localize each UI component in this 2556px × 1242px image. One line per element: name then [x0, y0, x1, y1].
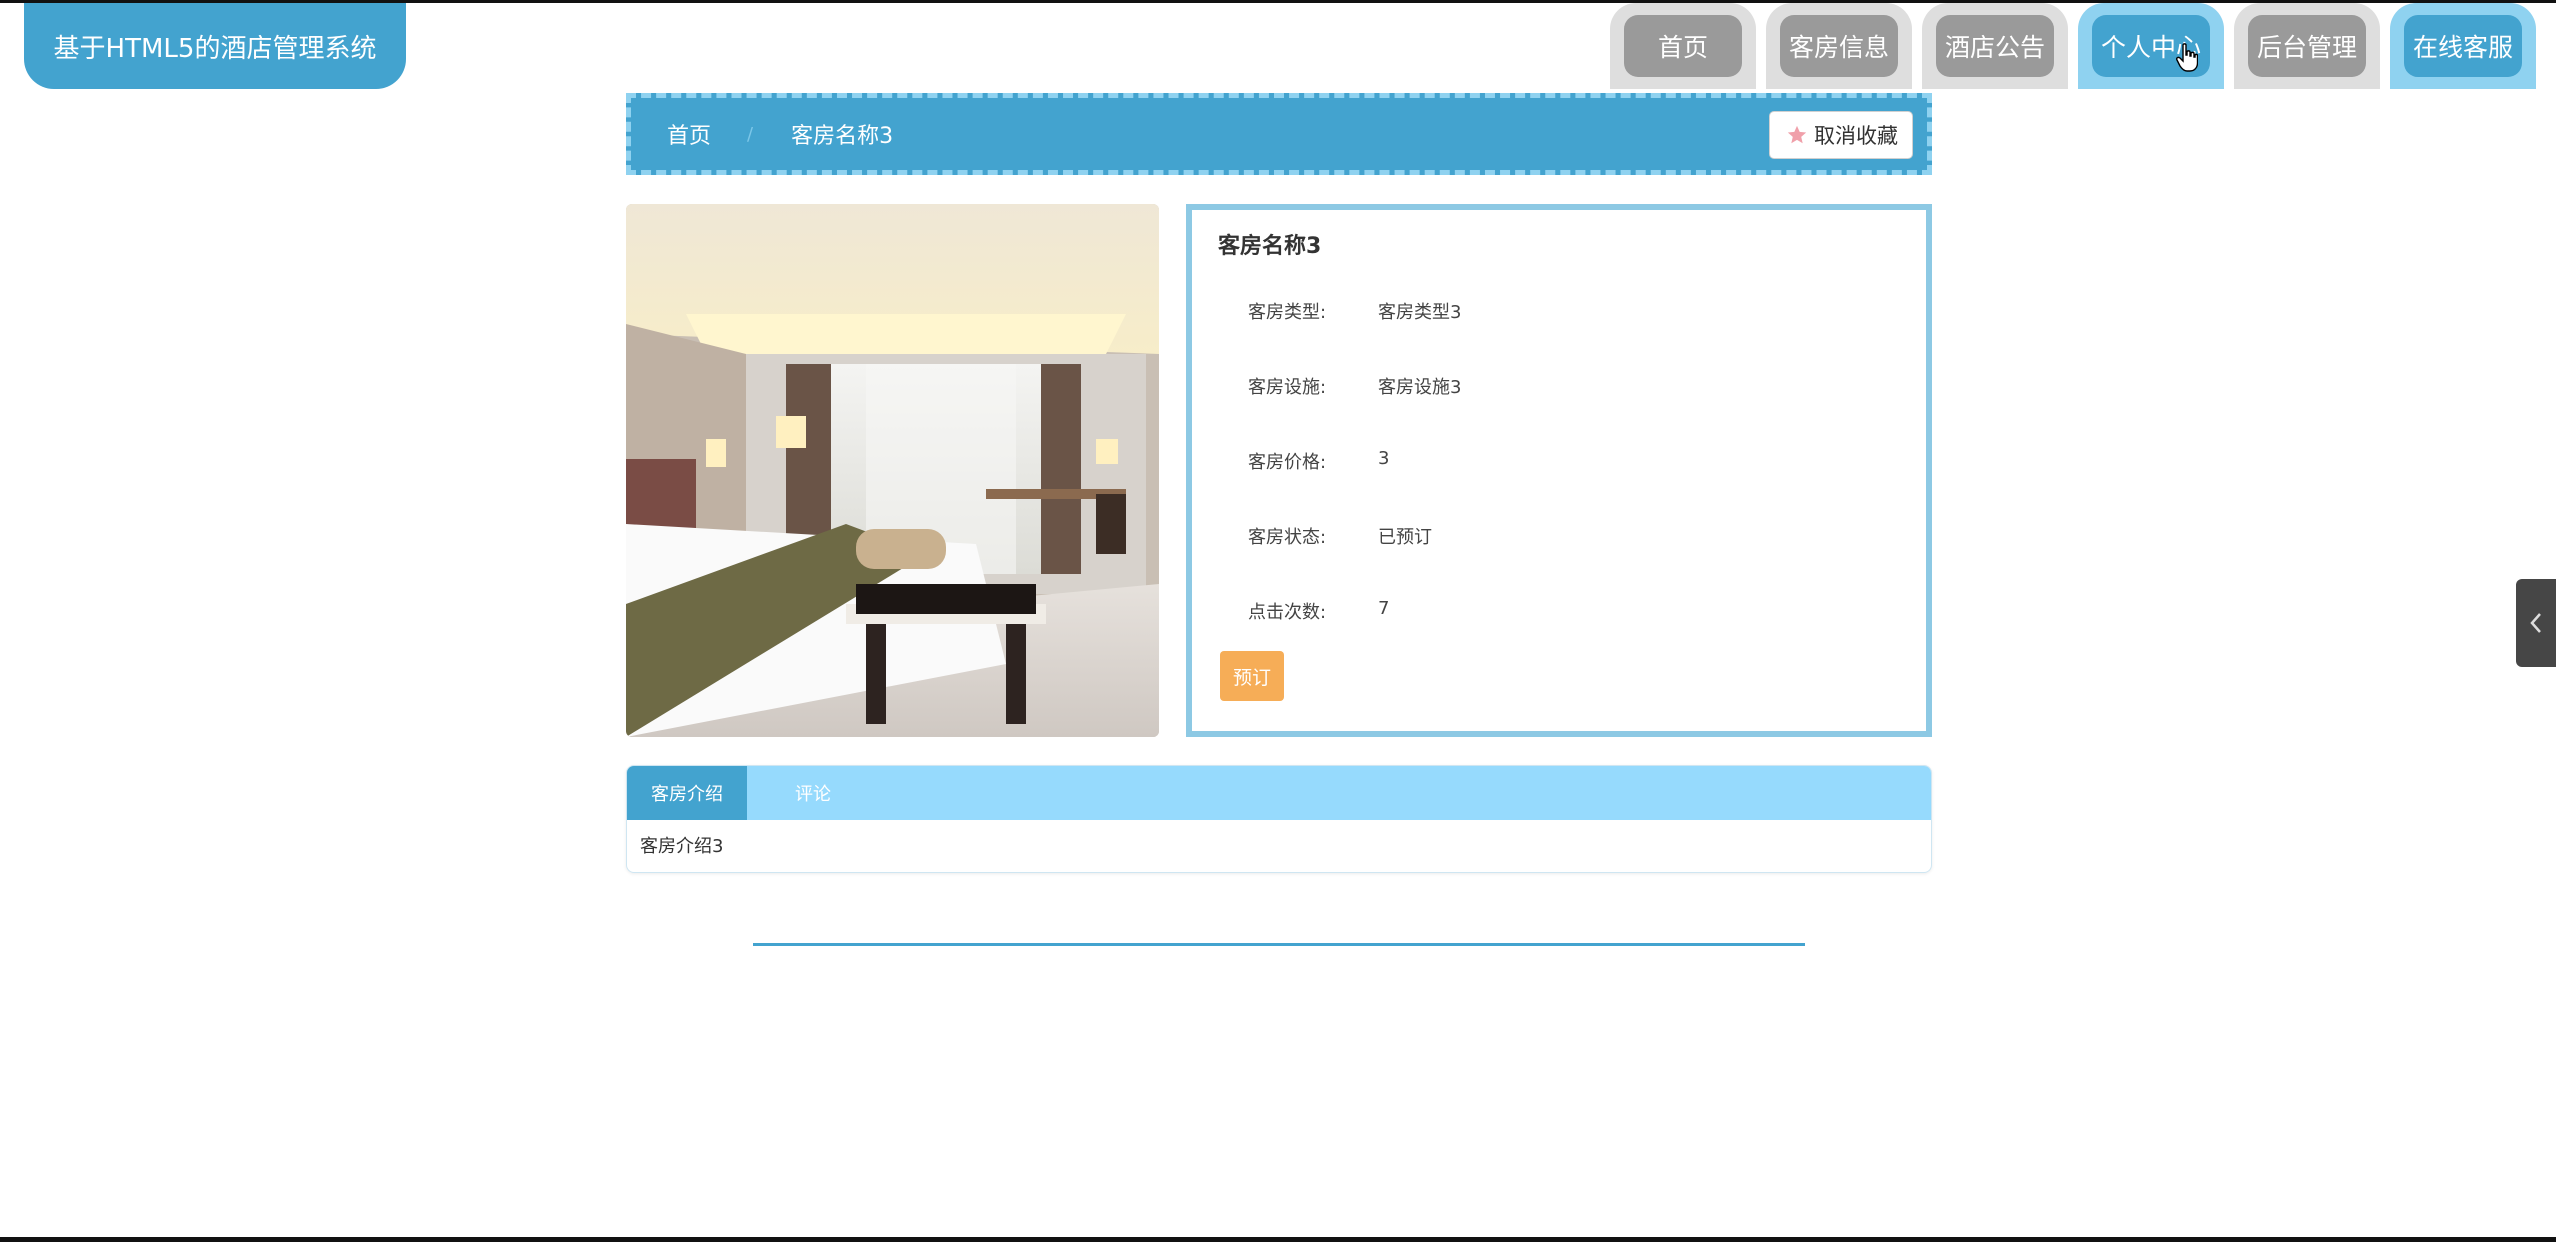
- room-title: 客房名称3: [1218, 234, 1322, 259]
- main-nav: 首页 客房信息 酒店公告 个人中心 后台管理 在线客服: [1610, 3, 2536, 89]
- detail-value: 7: [1378, 598, 1390, 619]
- nav-personal-center[interactable]: 个人中心: [2078, 3, 2224, 89]
- detail-row-price: 客房价格: 3: [1248, 448, 1389, 474]
- detail-label: 客房价格:: [1248, 452, 1327, 473]
- nav-online-service[interactable]: 在线客服: [2390, 3, 2536, 89]
- site-logo[interactable]: 基于HTML5的酒店管理系统: [24, 3, 406, 89]
- tab-comments[interactable]: 评论: [771, 766, 855, 820]
- nav-room-info[interactable]: 客房信息: [1766, 3, 1912, 89]
- breadcrumb-current: 客房名称3: [791, 124, 894, 149]
- breadcrumb-home[interactable]: 首页: [667, 118, 711, 150]
- room-tabs: 客房介绍 评论 客房介绍3: [626, 765, 1932, 873]
- detail-value: 客房设施3: [1378, 377, 1462, 398]
- room-details-panel: 客房名称3 客房类型: 客房类型3 客房设施: 客房设施3 客房价格: 3 客房…: [1186, 204, 1932, 737]
- unfavorite-label: 取消收藏: [1814, 124, 1898, 148]
- nav-announcements-label: 酒店公告: [1944, 33, 2045, 62]
- detail-value: 客房类型3: [1378, 302, 1462, 323]
- detail-label: 客房状态:: [1248, 527, 1327, 548]
- detail-value: 3: [1378, 448, 1390, 469]
- detail-row-type: 客房类型: 客房类型3: [1248, 298, 1461, 324]
- breadcrumb: 首页 / 客房名称3 取消收藏: [626, 93, 1932, 175]
- room-image: [626, 204, 1159, 737]
- tab-content: 客房介绍3: [640, 836, 724, 857]
- tab-bar: 客房介绍 评论: [627, 766, 1931, 820]
- star-icon: [1787, 125, 1807, 144]
- detail-row-status: 客房状态: 已预订: [1248, 523, 1432, 549]
- detail-row-clicks: 点击次数: 7: [1248, 598, 1389, 624]
- detail-value: 已预订: [1378, 527, 1432, 548]
- detail-label: 点击次数:: [1248, 602, 1327, 623]
- side-panel-toggle[interactable]: [2516, 579, 2556, 667]
- breadcrumb-separator: /: [747, 123, 754, 145]
- nav-home[interactable]: 首页: [1610, 3, 1756, 89]
- chevron-left-icon: [2530, 613, 2541, 633]
- nav-announcements[interactable]: 酒店公告: [1922, 3, 2068, 89]
- nav-home-label: 首页: [1657, 33, 1708, 62]
- nav-admin-label: 后台管理: [2256, 33, 2357, 62]
- footer-divider: [753, 943, 1805, 946]
- detail-label: 客房设施:: [1248, 377, 1327, 398]
- book-button[interactable]: 预订: [1220, 651, 1284, 701]
- nav-online-service-label: 在线客服: [2412, 33, 2513, 62]
- hand-cursor-icon: [2176, 43, 2198, 72]
- unfavorite-button[interactable]: 取消收藏: [1769, 111, 1913, 159]
- detail-row-facilities: 客房设施: 客房设施3: [1248, 373, 1461, 399]
- nav-admin[interactable]: 后台管理: [2234, 3, 2380, 89]
- room-photo: [626, 204, 1159, 737]
- nav-room-info-label: 客房信息: [1788, 33, 1889, 62]
- site-title: 基于HTML5的酒店管理系统: [53, 33, 377, 64]
- detail-label: 客房类型:: [1248, 302, 1327, 323]
- tab-room-intro[interactable]: 客房介绍: [627, 766, 747, 820]
